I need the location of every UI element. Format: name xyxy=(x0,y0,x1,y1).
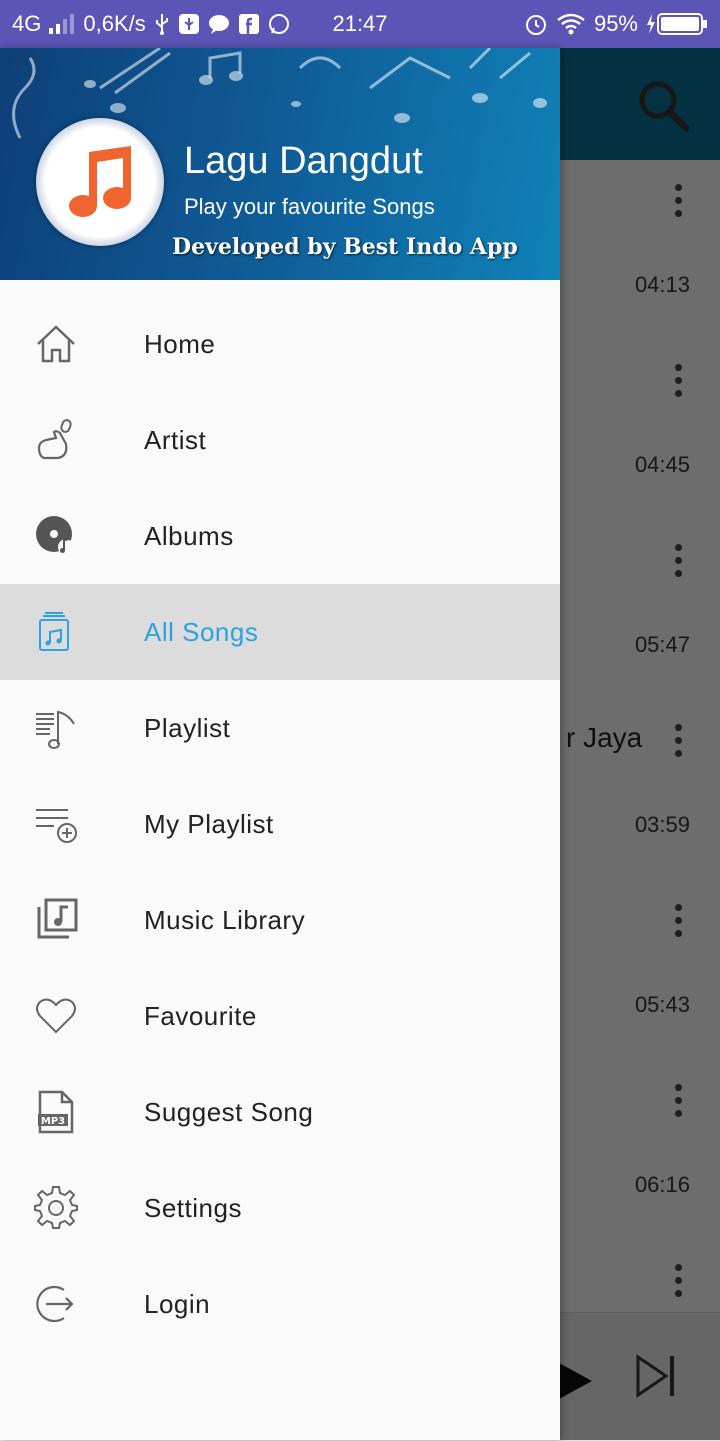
network-type: 4G xyxy=(12,11,42,36)
menu-item-label: All Songs xyxy=(144,616,259,647)
menu-item-artist[interactable]: Artist xyxy=(0,392,560,488)
menu-item-my-playlist[interactable]: My Playlist xyxy=(0,776,560,872)
menu-item-label: Favourite xyxy=(144,1000,257,1031)
playlist-add-icon xyxy=(34,802,78,846)
usb-icon xyxy=(154,13,170,35)
mp3-file-icon: MP3 xyxy=(34,1090,78,1134)
menu-item-music-library[interactable]: Music Library xyxy=(0,872,560,968)
menu-item-settings[interactable]: Settings xyxy=(0,1160,560,1256)
status-bar: 4G 0,6K/s 21:47 95% xyxy=(0,0,720,48)
signal-icon xyxy=(49,14,75,34)
navigation-drawer: Lagu Dangdut Play your favourite Songs D… xyxy=(0,48,560,1440)
app-logo xyxy=(36,118,164,246)
app-subtitle: Play your favourite Songs xyxy=(184,194,435,219)
message-icon xyxy=(208,13,230,35)
album-icon xyxy=(34,514,78,558)
menu-item-suggest-song[interactable]: MP3 Suggest Song xyxy=(0,1064,560,1160)
music-library-icon xyxy=(34,898,78,942)
menu-item-label: Artist xyxy=(144,424,207,455)
drawer-header: Lagu Dangdut Play your favourite Songs D… xyxy=(0,48,560,280)
menu-item-label: Suggest Song xyxy=(144,1096,314,1127)
network-speed: 0,6K/s xyxy=(83,11,146,36)
svg-text:MP3: MP3 xyxy=(41,1116,65,1127)
menu-item-label: Login xyxy=(144,1288,211,1319)
menu-item-label: Settings xyxy=(144,1192,242,1223)
usb-debug-icon xyxy=(178,13,200,35)
app-title: Lagu Dangdut xyxy=(184,140,423,182)
home-icon xyxy=(34,322,78,366)
menu-item-label: Home xyxy=(144,328,216,359)
menu-item-label: My Playlist xyxy=(144,808,274,839)
all-songs-icon xyxy=(34,610,78,654)
menu-item-albums[interactable]: Albums xyxy=(0,488,560,584)
menu-item-login[interactable]: Login xyxy=(0,1256,560,1352)
facebook-icon xyxy=(238,13,260,35)
battery-percent: 95% xyxy=(593,11,638,36)
menu-item-label: Playlist xyxy=(144,712,231,743)
playlist-icon xyxy=(34,706,78,750)
drawer-menu: Home Artist Albums All Songs Playlist My Play… xyxy=(0,296,560,1352)
menu-item-favourite[interactable]: Favourite xyxy=(0,968,560,1064)
battery-charging-icon xyxy=(646,12,708,36)
whatsapp-icon xyxy=(268,13,290,35)
menu-item-label: Music Library xyxy=(144,904,306,935)
developer-credit: Developed by Best Indo App xyxy=(172,234,518,260)
alarm-icon xyxy=(524,12,548,36)
wifi-icon xyxy=(556,13,586,35)
menu-item-label: Albums xyxy=(144,520,234,551)
menu-item-all-songs[interactable]: All Songs xyxy=(0,584,560,680)
gear-icon xyxy=(34,1186,78,1230)
login-icon xyxy=(34,1282,78,1326)
menu-item-playlist[interactable]: Playlist xyxy=(0,680,560,776)
artist-icon xyxy=(34,418,78,462)
heart-icon xyxy=(34,994,78,1038)
menu-item-home[interactable]: Home xyxy=(0,296,560,392)
music-note-icon xyxy=(69,146,131,217)
